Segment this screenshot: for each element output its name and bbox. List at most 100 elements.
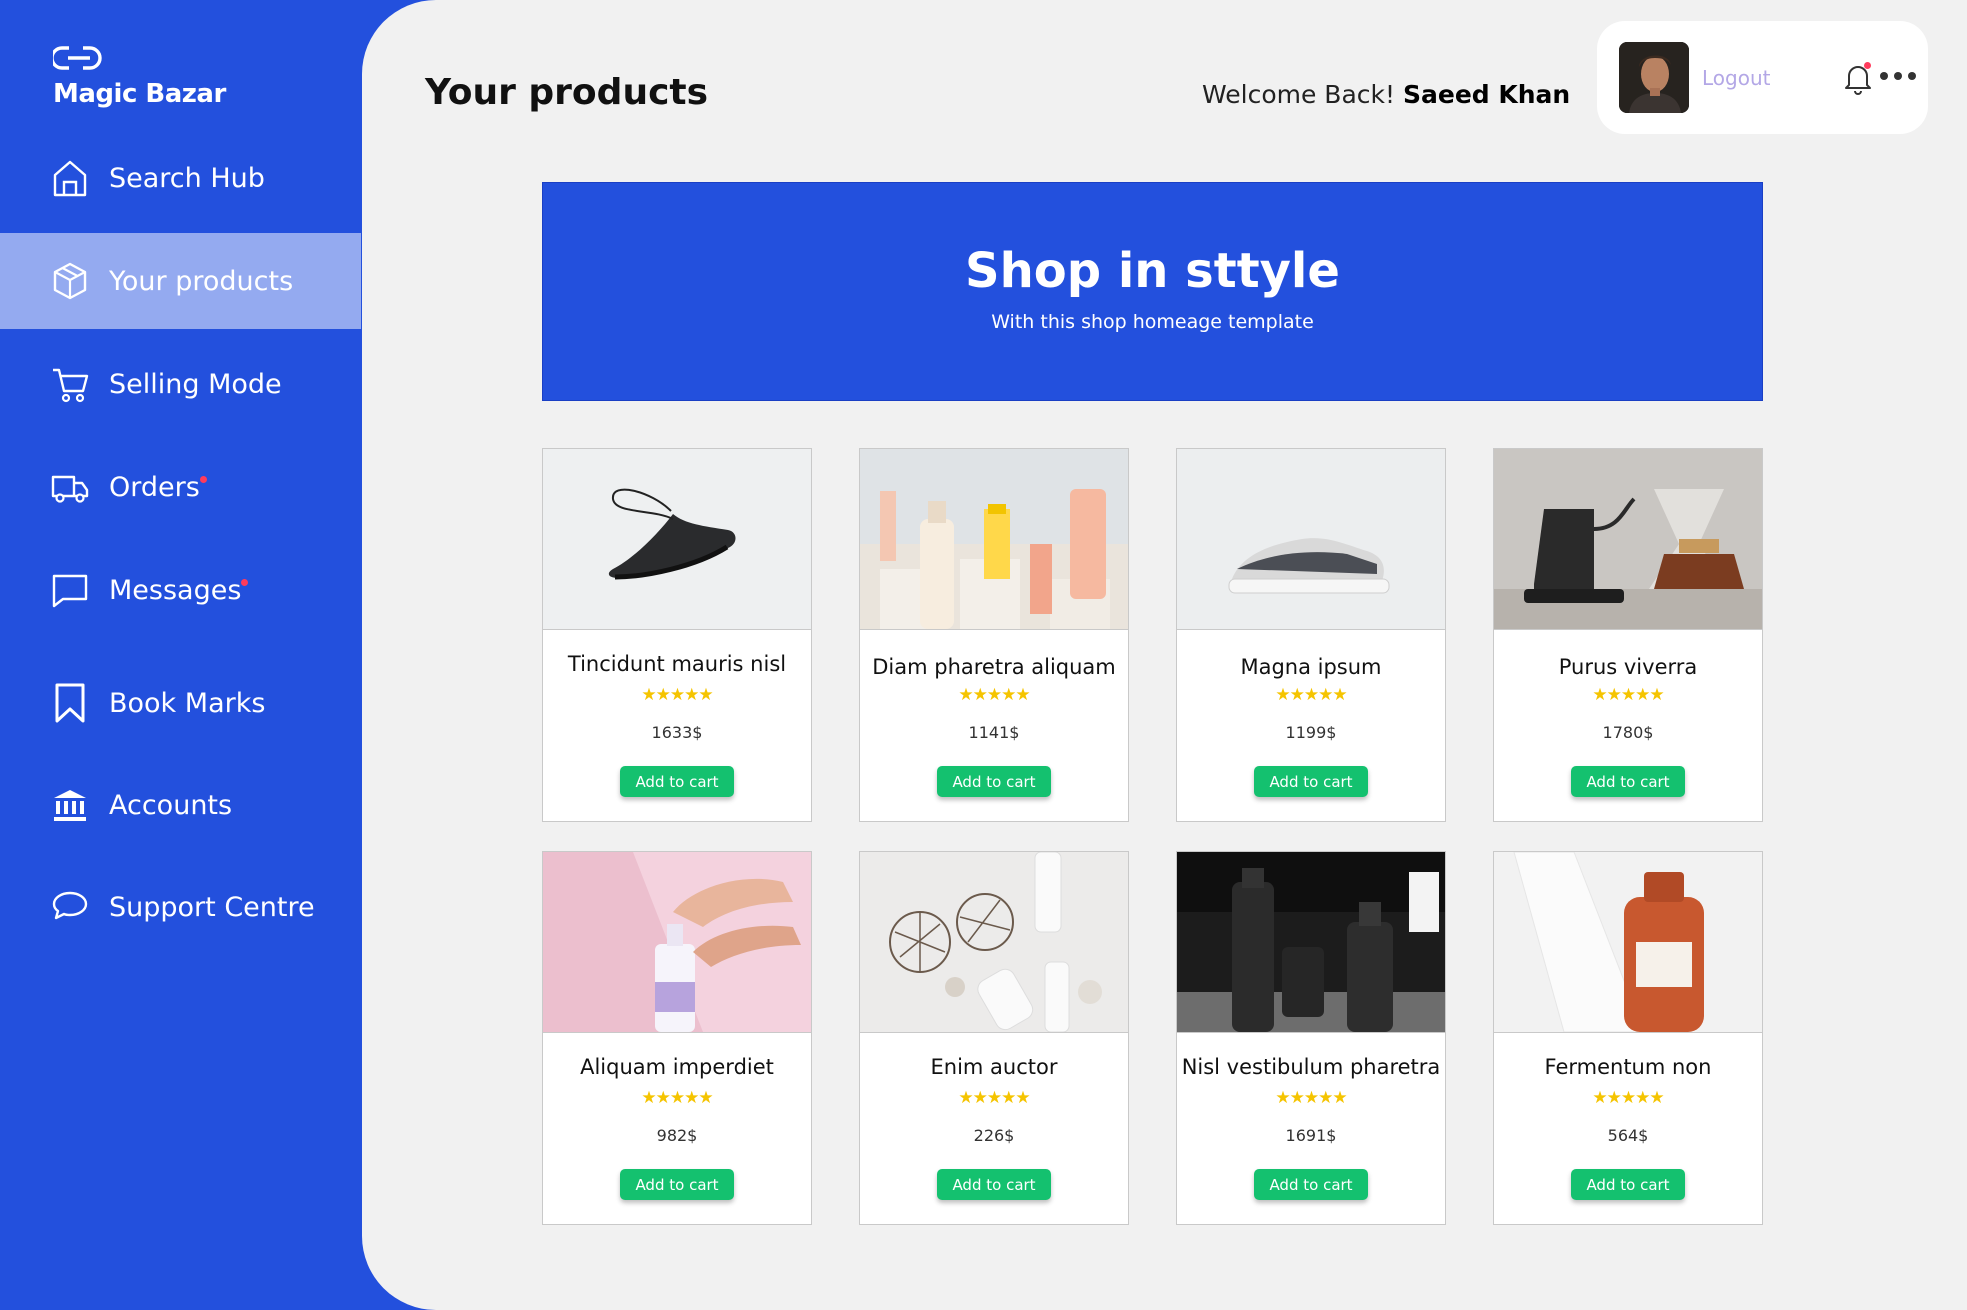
product-image[interactable] [860, 852, 1128, 1033]
sidebar-item-your-products[interactable]: Your products [0, 233, 361, 329]
sidebar-item-support-centre[interactable]: Support Centre [0, 859, 361, 955]
amber-oil-bottle-photo [1494, 852, 1762, 1032]
add-to-cart-button[interactable]: Add to cart [937, 1169, 1051, 1200]
product-name: Enim auctor [930, 1055, 1058, 1079]
hero-subtitle: With this shop homeage template [991, 311, 1314, 333]
skincare-bottles-photo [860, 449, 1128, 629]
product-card[interactable]: Diam pharetra aliquam ★★★★★ 1141$ Add to… [859, 448, 1129, 822]
hero-title: Shop in sttyle [965, 243, 1340, 299]
sneaker-grey-photo [1177, 449, 1445, 629]
welcome-prefix: Welcome Back! [1202, 80, 1396, 109]
add-to-cart-button[interactable]: Add to cart [937, 766, 1051, 797]
sidebar-item-label: Messages [109, 574, 249, 606]
product-image[interactable] [543, 852, 811, 1033]
truck-icon [51, 467, 89, 507]
sidebar-item-label: Orders [109, 472, 207, 503]
sidebar-item-messages[interactable]: Messages [0, 542, 361, 638]
user-card: Logout [1597, 21, 1928, 134]
add-to-cart-button[interactable]: Add to cart [1571, 1169, 1685, 1200]
rating-stars: ★★★★★ [1275, 685, 1347, 705]
product-card[interactable]: Nisl vestibulum pharetra ★★★★★ 1691$ Add… [1176, 851, 1446, 1225]
add-to-cart-button[interactable]: Add to cart [620, 766, 734, 797]
sidebar-item-orders[interactable]: Orders [0, 439, 361, 535]
sidebar-item-book-marks[interactable]: Book Marks [0, 655, 361, 751]
bank-icon [51, 785, 89, 825]
product-name: Tincidunt mauris nisl [567, 652, 787, 676]
black-bottles-photo [1177, 852, 1445, 1032]
hero-banner: Shop in sttyle With this shop homeage te… [542, 182, 1763, 401]
product-name: Magna ipsum [1240, 655, 1382, 679]
welcome-message: Welcome Back! Saeed Khan [1202, 80, 1570, 109]
notification-dot [241, 578, 249, 586]
rating-stars: ★★★★★ [641, 685, 713, 705]
cart-icon [51, 364, 89, 404]
rating-stars: ★★★★★ [1592, 685, 1664, 705]
product-image[interactable] [1177, 449, 1445, 630]
logout-link[interactable]: Logout [1702, 66, 1770, 90]
brand[interactable]: Magic Bazar [53, 44, 226, 109]
sidebar-item-accounts[interactable]: Accounts [0, 757, 361, 853]
notification-dot [199, 475, 207, 483]
add-to-cart-button[interactable]: Add to cart [1254, 1169, 1368, 1200]
product-image[interactable] [543, 449, 811, 630]
sidebar-item-label: Your products [109, 265, 294, 297]
product-name: Fermentum non [1544, 1055, 1712, 1079]
box-icon [51, 261, 89, 301]
add-to-cart-button[interactable]: Add to cart [1254, 766, 1368, 797]
message-icon [51, 570, 89, 610]
sidebar: Magic Bazar Search Hub Your products Sel… [0, 0, 362, 1310]
more-options-icon[interactable] [1880, 64, 1916, 88]
home-icon [51, 158, 89, 198]
product-card[interactable]: Enim auctor ★★★★★ 226$ Add to cart [859, 851, 1129, 1225]
product-price: 226$ [973, 1126, 1015, 1145]
product-name: Nisl vestibulum pharetra [1181, 1055, 1441, 1079]
sidebar-item-label: Selling Mode [109, 368, 282, 400]
product-image[interactable] [860, 449, 1128, 630]
rating-stars: ★★★★★ [1592, 1088, 1664, 1108]
product-card[interactable]: Tincidunt mauris nisl ★★★★★ 1633$ Add to… [542, 448, 812, 822]
user-name: Saeed Khan [1402, 80, 1571, 109]
product-price: 1691$ [1285, 1126, 1337, 1145]
page-title: Your products [425, 72, 709, 113]
add-to-cart-button[interactable]: Add to cart [620, 1169, 734, 1200]
brand-name: Magic Bazar [53, 79, 226, 109]
rating-stars: ★★★★★ [958, 1088, 1030, 1108]
sneaker-black-photo [543, 449, 811, 629]
product-price: 1199$ [1285, 723, 1337, 742]
product-card[interactable]: Purus viverra ★★★★★ 1780$ Add to cart [1493, 448, 1763, 822]
bookmark-icon [51, 683, 89, 723]
product-card[interactable]: Aliquam imperdiet ★★★★★ 982$ Add to cart [542, 851, 812, 1225]
hand-lotion-photo [543, 852, 811, 1032]
cosmetics-flatlay-photo [860, 852, 1128, 1032]
product-image[interactable] [1177, 852, 1445, 1033]
add-to-cart-button[interactable]: Add to cart [1571, 766, 1685, 797]
product-card[interactable]: Magna ipsum ★★★★★ 1199$ Add to cart [1176, 448, 1446, 822]
product-image[interactable] [1494, 852, 1762, 1033]
sidebar-item-search-hub[interactable]: Search Hub [0, 130, 361, 226]
avatar[interactable] [1619, 42, 1689, 113]
product-price: 1780$ [1602, 723, 1654, 742]
sidebar-item-label: Support Centre [109, 891, 315, 923]
product-card[interactable]: Fermentum non ★★★★★ 564$ Add to cart [1493, 851, 1763, 1225]
rating-stars: ★★★★★ [1275, 1088, 1347, 1108]
product-price: 564$ [1607, 1126, 1649, 1145]
rating-stars: ★★★★★ [641, 1088, 713, 1108]
link-logo-icon [53, 46, 102, 70]
chat-bubble-icon [51, 887, 89, 927]
sidebar-item-text: Messages [109, 574, 242, 606]
product-price: 1141$ [968, 723, 1020, 742]
sidebar-item-label: Accounts [109, 789, 233, 821]
product-name: Aliquam imperdiet [580, 1055, 774, 1079]
rating-stars: ★★★★★ [958, 685, 1030, 705]
product-name: Purus viverra [1558, 655, 1698, 679]
product-price: 1633$ [651, 723, 703, 742]
notification-badge [1864, 62, 1871, 69]
sidebar-item-label: Book Marks [109, 687, 266, 719]
product-image[interactable] [1494, 449, 1762, 630]
product-price: 982$ [656, 1126, 698, 1145]
sidebar-item-label: Search Hub [109, 162, 265, 194]
kettle-coffee-photo [1494, 449, 1762, 629]
product-name: Diam pharetra aliquam [872, 655, 1116, 679]
sidebar-item-selling-mode[interactable]: Selling Mode [0, 336, 361, 432]
main-content: Your products Welcome Back! Saeed Khan L… [362, 0, 1967, 1310]
